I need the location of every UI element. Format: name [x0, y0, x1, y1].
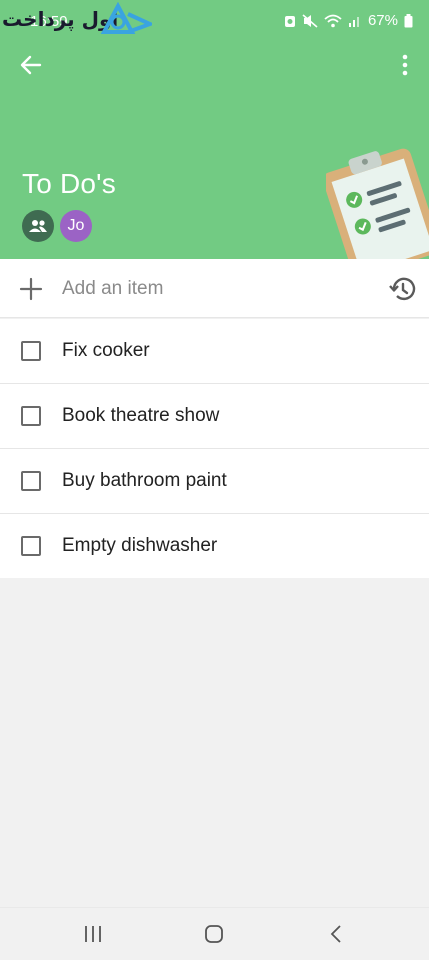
wifi-icon	[324, 14, 342, 27]
chevron-left-icon	[330, 925, 341, 943]
plus-icon[interactable]	[18, 276, 44, 302]
battery-icon	[404, 13, 413, 27]
svg-text:اول پرداخت: اول پرداخت	[2, 7, 118, 32]
status-icons: 67%	[284, 12, 413, 29]
nav-back-button[interactable]	[316, 920, 356, 948]
home-icon	[205, 925, 223, 943]
task-checkbox[interactable]	[21, 471, 41, 491]
list-title: To Do's	[22, 168, 116, 199]
member-avatars: Jo	[22, 210, 92, 242]
task-list: Fix cooker Book theatre show Buy bathroo…	[0, 319, 429, 578]
list-item[interactable]: Buy bathroom paint	[0, 449, 429, 514]
add-item-row	[0, 259, 429, 318]
home-button[interactable]	[194, 920, 234, 948]
list-item[interactable]: Empty dishwasher	[0, 514, 429, 578]
recents-button[interactable]	[73, 920, 113, 948]
task-label: Empty dishwasher	[62, 535, 218, 556]
signal-icon	[348, 16, 359, 27]
system-nav-bar	[0, 907, 429, 960]
more-vertical-icon	[402, 54, 408, 76]
list-header: 16:59 اول پرداخت 67% To Do's Jo	[0, 0, 429, 259]
task-checkbox[interactable]	[21, 536, 41, 556]
battery-percentage: 67%	[367, 12, 398, 29]
history-icon	[389, 277, 416, 301]
back-button[interactable]	[14, 50, 48, 80]
avatar[interactable]: Jo	[60, 210, 92, 242]
task-label: Book theatre show	[62, 405, 220, 426]
share-group-avatar[interactable]	[22, 210, 54, 242]
clipboard-illustration-icon	[326, 148, 429, 259]
task-checkbox[interactable]	[21, 341, 41, 361]
alarm-icon	[284, 15, 295, 27]
watermark-logo-icon: اول پرداخت	[2, 2, 152, 34]
more-options-button[interactable]	[393, 50, 417, 80]
status-bar: 16:59 اول پرداخت 67%	[0, 0, 429, 40]
mute-icon	[302, 13, 318, 28]
list-item[interactable]: Book theatre show	[0, 384, 429, 449]
history-button[interactable]	[387, 274, 417, 304]
add-item-input[interactable]	[62, 274, 372, 304]
recents-icon	[85, 926, 101, 942]
task-label: Fix cooker	[62, 340, 150, 361]
task-label: Buy bathroom paint	[62, 470, 227, 491]
arrow-left-icon	[20, 55, 42, 75]
people-icon	[29, 220, 47, 232]
task-checkbox[interactable]	[21, 406, 41, 426]
list-item[interactable]: Fix cooker	[0, 319, 429, 384]
